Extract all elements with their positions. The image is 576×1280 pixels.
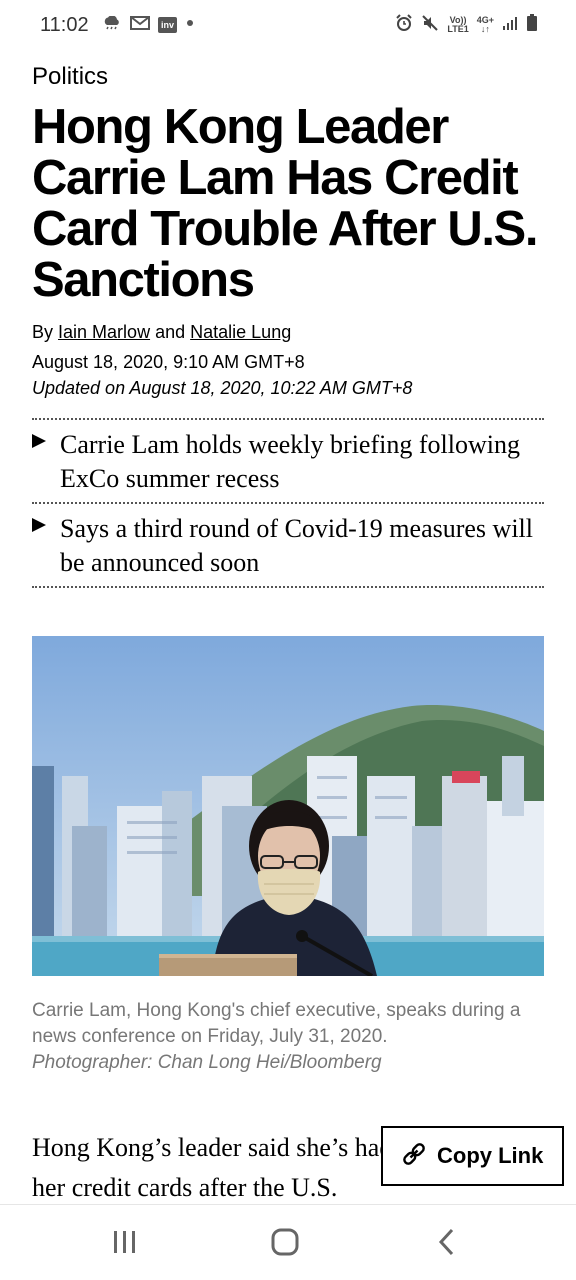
byline-prefix: By (32, 322, 54, 342)
bullet-arrow-icon (32, 518, 46, 532)
volte-bottom-label: LTE1 (447, 24, 469, 34)
published-date: August 18, 2020, 9:10 AM GMT+8 (32, 352, 305, 372)
mute-icon (421, 14, 439, 36)
status-notification-icons: inv (102, 15, 195, 34)
article-headline: Hong Kong Leader Carrie Lam Has Credit C… (32, 100, 538, 307)
alarm-icon (395, 14, 413, 36)
battery-icon (526, 14, 538, 36)
author-link-iain-marlow[interactable]: Iain Marlow (58, 322, 150, 342)
bullet-arrow-icon (32, 434, 46, 448)
system-nav-bar (0, 1204, 576, 1280)
copy-link-button[interactable]: Copy Link (381, 1126, 564, 1186)
status-bar: 11:02 inv Vo)) LTE1 4G+ ↓↑ (0, 0, 576, 52)
summary-bullet-text: Says a third round of Covid-19 measures … (60, 514, 533, 577)
status-time: 11:02 (40, 14, 89, 36)
divider (32, 418, 544, 420)
dot-icon (185, 16, 195, 34)
divider (32, 502, 544, 504)
photo-caption: Carrie Lam, Hong Kong's chief executive,… (32, 998, 532, 1076)
byline-and: and (155, 322, 186, 342)
article-photo[interactable] (32, 636, 544, 976)
byline: By Iain Marlow and Natalie Lung (32, 322, 291, 343)
signal-bars-icon (502, 15, 518, 35)
photo-credit: Photographer: Chan Long Hei/Bloomberg (32, 1052, 382, 1073)
summary-bullet-text: Carrie Lam holds weekly briefing followi… (60, 430, 520, 493)
signal-4g-icon: 4G+ ↓↑ (477, 16, 494, 34)
copy-link-label: Copy Link (437, 1143, 544, 1168)
back-icon[interactable] (436, 1227, 458, 1262)
author-link-natalie-lung[interactable]: Natalie Lung (190, 322, 291, 342)
net-bottom-label: ↓↑ (480, 24, 490, 34)
divider (32, 586, 544, 588)
link-icon (401, 1141, 427, 1172)
caption-text: Carrie Lam, Hong Kong's chief executive,… (32, 1000, 521, 1047)
status-system-icons: Vo)) LTE1 4G+ ↓↑ (395, 14, 538, 36)
home-icon[interactable] (270, 1227, 300, 1262)
volte-icon: Vo)) LTE1 (447, 16, 468, 34)
section-label[interactable]: Politics (32, 63, 108, 91)
recent-apps-icon[interactable] (112, 1227, 138, 1262)
inv-app-icon: inv (158, 17, 178, 33)
updated-date: Updated on August 18, 2020, 10:22 AM GMT… (32, 378, 413, 398)
cloud-rain-icon (102, 15, 122, 34)
mail-icon (130, 16, 150, 34)
